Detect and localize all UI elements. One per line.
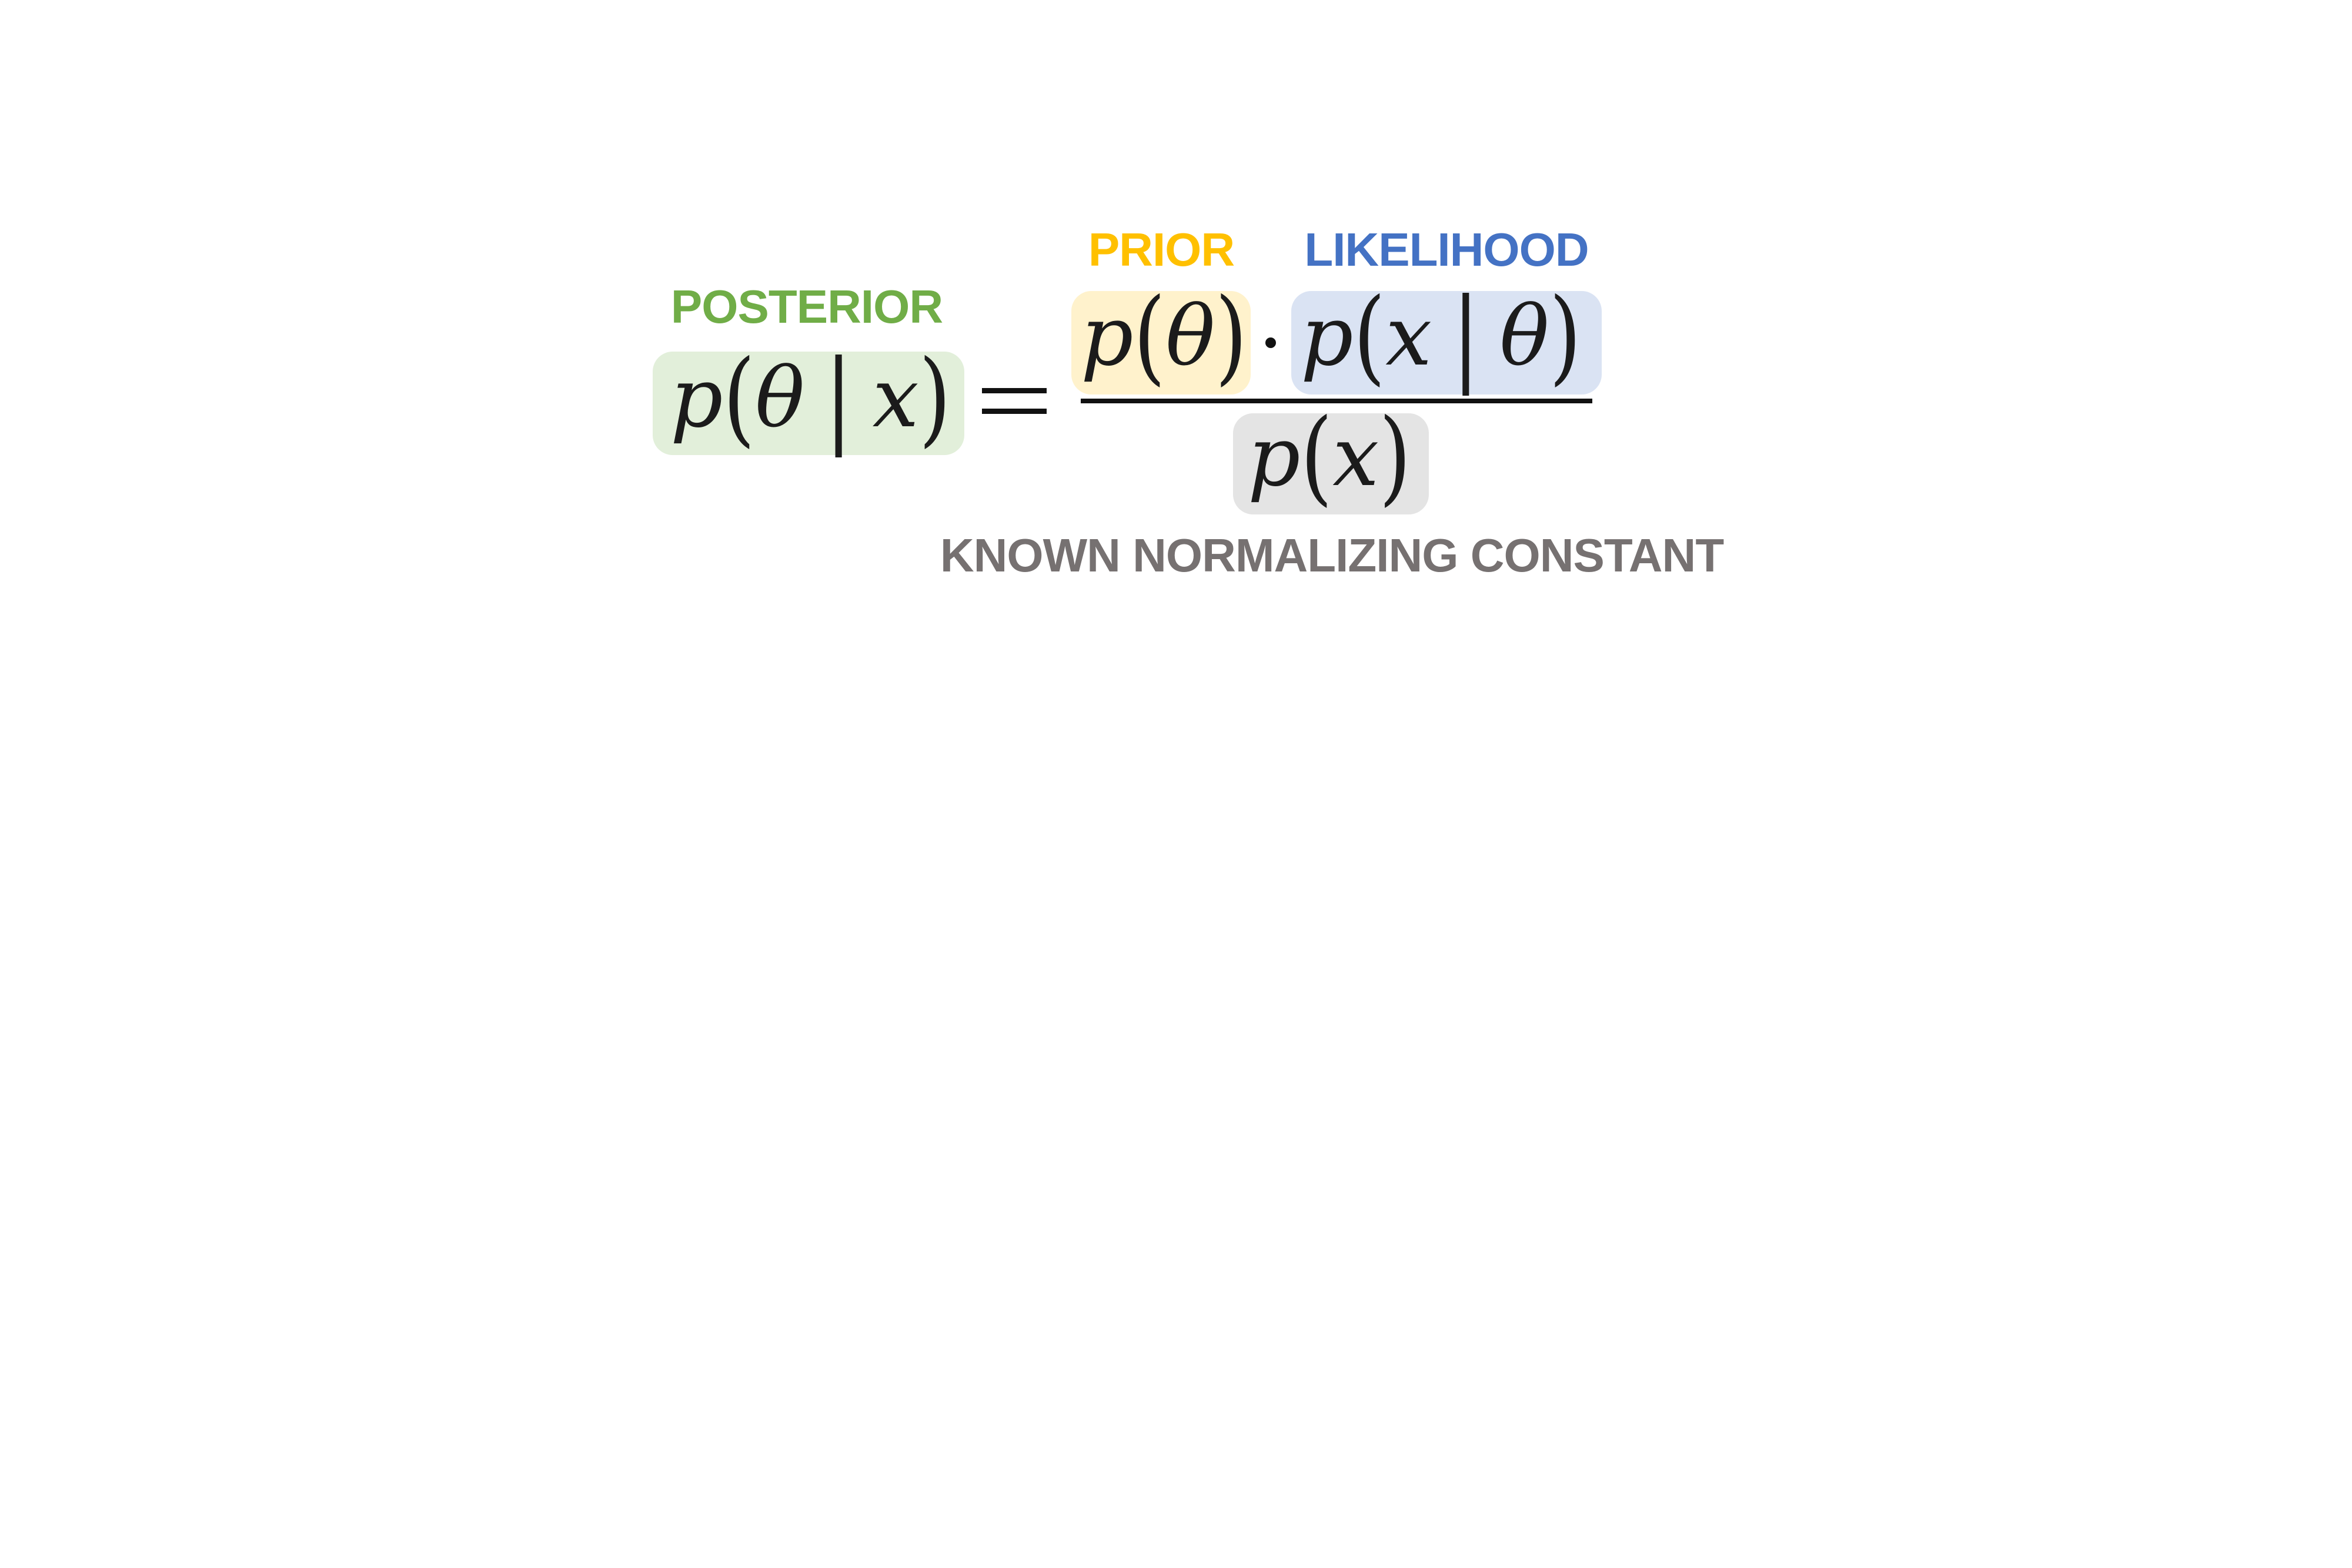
evidence-label: KNOWN NORMALIZING CONSTANT <box>940 529 1724 581</box>
evidence-term: p(x) <box>1248 397 1411 517</box>
posterior-term: p(θ | x) <box>670 338 951 459</box>
likelihood-term: p(x | θ) <box>1301 276 1582 397</box>
equals-sign <box>982 388 1047 414</box>
posterior-label: POSTERIOR <box>670 280 943 333</box>
fraction-line <box>1081 399 1592 403</box>
multiplication-dot <box>1265 337 1276 348</box>
likelihood-label: LIKELIHOOD <box>1304 223 1589 276</box>
prior-label: PRIOR <box>1088 223 1235 276</box>
prior-term: p(θ) <box>1081 276 1248 397</box>
